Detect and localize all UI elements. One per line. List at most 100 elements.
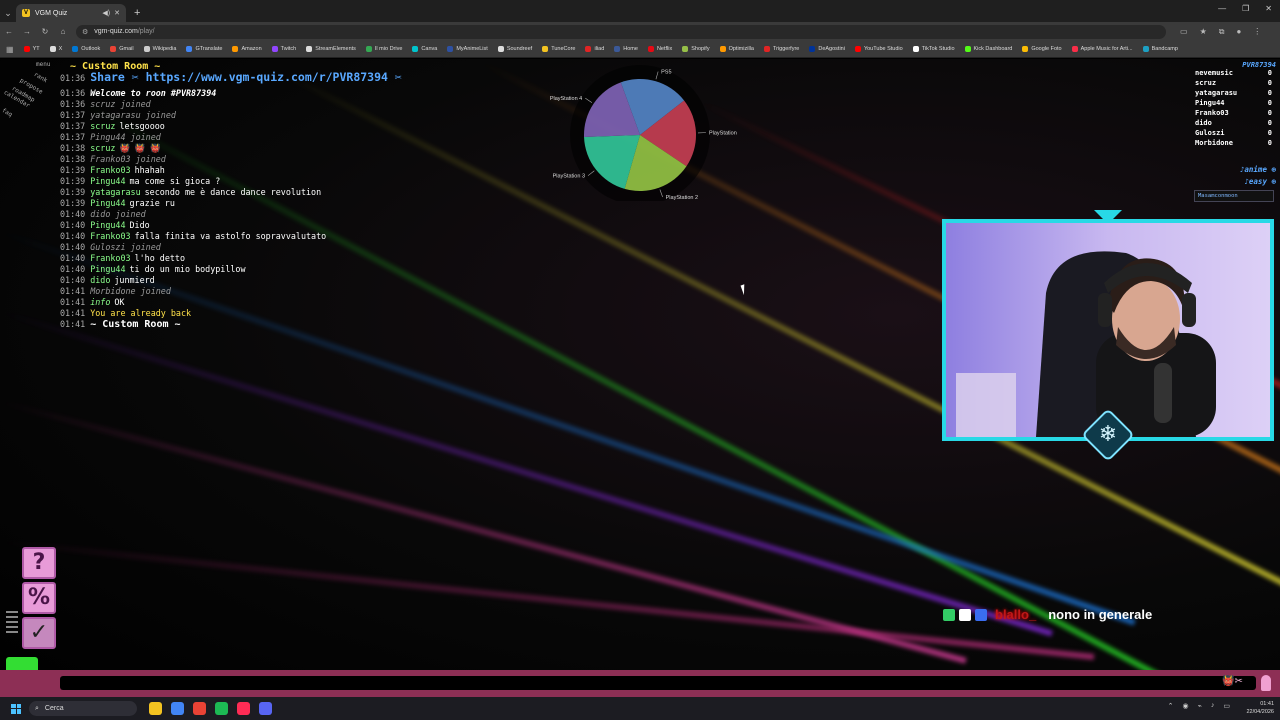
player-name: yatagarasu [1195,89,1238,97]
profile-icon[interactable]: ● [1236,27,1241,37]
bookmark-label: Kick Dashboard [973,46,1013,52]
battery-icon[interactable]: ▭ [1223,702,1230,710]
bookmark-label: Apple Music for Arti... [1080,46,1133,52]
discord-tray-icon[interactable]: ◉ [1183,702,1189,710]
star-icon[interactable]: ★ [1200,27,1207,37]
cast-icon[interactable]: ▭ [1180,27,1188,37]
speaker-icon[interactable]: ◀) [102,9,110,17]
bookmark-item[interactable]: Shopify [682,46,710,52]
bookmark-favicon-icon [1022,46,1029,52]
close-window-icon[interactable]: ✕ [1265,4,1272,13]
kebab-menu-icon[interactable]: ⋮ [1253,27,1261,37]
bookmark-item[interactable]: DeAgostini [809,46,845,52]
volume-icon[interactable]: ♪ [1211,702,1215,710]
bookmark-favicon-icon [72,46,79,52]
reload-icon[interactable]: ↻ [36,27,54,36]
bookmark-favicon-icon [763,46,770,52]
timestamp: 01:41 [60,286,86,296]
restore-icon[interactable]: ❐ [1242,4,1249,13]
person-icon[interactable] [1261,675,1271,691]
chat-text: Morbidone joined [90,286,171,296]
chat-text: OK [114,297,125,307]
bookmark-item[interactable]: TikTok Studio [912,46,955,52]
back-icon[interactable]: ← [0,27,18,36]
bookmark-item[interactable]: Bandcamp [1142,46,1178,52]
address-bar[interactable]: ⚙ vgm-quiz.com /play/ [76,24,1166,39]
menu-link[interactable]: menu [36,61,50,68]
player-name: Pingu44 [1195,99,1225,107]
bookmark-item[interactable]: Il mio Drive [365,46,402,52]
bookmark-item[interactable]: Amazon [232,46,262,52]
bookmark-item[interactable]: Home [614,46,638,52]
mouse-cursor-icon [740,282,752,296]
bookmark-label: Netflix [656,46,673,52]
taskbar-search[interactable]: ⌕ Cerca [29,701,137,716]
player-rows: nevemusic 0 scruz 0 yatagarasu 0 Pingu44 0 Frank… [1190,69,1280,149]
bookmark-favicon-icon [447,46,454,52]
search-icon: ⌕ [35,704,39,712]
bookmark-item[interactable]: StreamElements [306,46,356,52]
chat-message-text: nono in generale [1048,607,1153,622]
home-icon[interactable]: ⌂ [54,27,72,36]
apps-grid-icon[interactable]: ▦ [6,45,14,54]
emote-icons[interactable]: 👹✂ [1222,676,1243,687]
minimize-icon[interactable]: — [1218,4,1226,13]
bookmark-item[interactable]: Canva [412,46,437,52]
bookmark-label: X [58,46,63,52]
bookmark-item[interactable]: Gmail [110,46,134,52]
new-tab-button[interactable]: + [134,4,140,22]
site-info-icon[interactable]: ⚙ [82,28,88,36]
chat-input[interactable] [60,676,1256,690]
chevron-up-icon[interactable]: ⌃ [1168,702,1174,710]
bookmark-favicon-icon [809,46,816,52]
pinned-app-icon[interactable] [149,702,162,715]
bookmark-item[interactable]: Optimizilla [719,46,754,52]
bookmark-item[interactable]: Triggerfyre [763,46,799,52]
bookmark-item[interactable]: X [49,46,63,52]
bookmark-item[interactable]: Google Foto [1022,46,1062,52]
faq-link[interactable]: faq [1,107,14,118]
pie-label: PS5 [661,70,671,76]
stats-button[interactable]: % [22,582,56,614]
timestamp: 01:36 [60,73,86,83]
pinned-app-icon[interactable] [259,702,272,715]
player-row: Franko03 0 [1190,109,1280,119]
share-link[interactable]: Share ✂ https://www.vgm-quiz.com/r/PVR87… [90,70,402,84]
chat-line: 01:40 dido junmierd [60,275,580,286]
bookmark-label: iliad [594,46,605,52]
pinned-app-icon[interactable] [215,702,228,715]
bookmark-item[interactable]: Twitch [271,46,296,52]
pinned-app-icon[interactable] [193,702,206,715]
bookmark-item[interactable]: Apple Music for Arti... [1071,46,1133,52]
help-button[interactable]: ? [22,547,56,579]
check-button[interactable]: ✓ [22,617,56,649]
rank-link[interactable]: rank [33,71,49,84]
hamburger-icon[interactable] [6,611,18,636]
clock-time: 01:41 [1260,701,1274,707]
bookmark-item[interactable]: Kick Dashboard [964,46,1013,52]
bookmark-item[interactable]: Outlook [72,46,100,52]
bookmark-item[interactable]: TuneCore [542,46,575,52]
bookmark-item[interactable]: Soundreef [497,46,532,52]
tab-search-icon[interactable]: ⌄ [0,4,16,22]
pinned-app-icon[interactable] [237,702,250,715]
clock[interactable]: 01:41 22/04/2026 [1246,700,1274,716]
network-icon[interactable]: ⌁ [1198,702,1202,710]
bookmark-item[interactable]: iliad [585,46,604,52]
bookmark-item[interactable]: Netflix [647,46,673,52]
chat-line: 01:39 Pingu44 grazie ru [60,198,580,209]
bookmark-item[interactable]: YT [23,46,40,52]
extensions-icon[interactable]: ⧉ [1219,27,1225,37]
close-tab-icon[interactable]: ✕ [114,9,120,17]
tab-vgm-quiz[interactable]: V VGM Quiz ◀) ✕ [16,4,126,22]
pinned-app-icon[interactable] [171,702,184,715]
bookmark-item[interactable]: Wikipedia [143,46,176,52]
player-row: nevemusic 0 [1190,69,1280,79]
bookmark-favicon-icon [271,46,278,52]
bookmark-item[interactable]: YouTube Studio [854,46,903,52]
bookmark-item[interactable]: MyAnimeList [447,46,488,52]
bookmark-item[interactable]: GTranslate [186,46,222,52]
forward-icon[interactable]: → [18,27,36,36]
player-row: Morbidone 0 [1190,139,1280,149]
windows-start-icon[interactable] [11,703,21,714]
